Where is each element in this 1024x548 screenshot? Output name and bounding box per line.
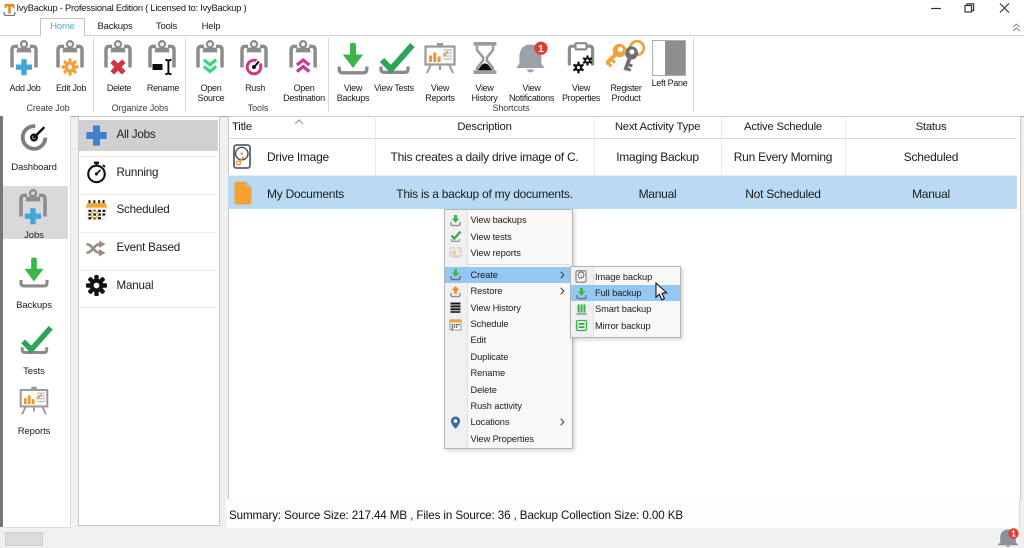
svg-text:1: 1: [538, 43, 544, 55]
svg-text:1: 1: [1011, 529, 1016, 539]
